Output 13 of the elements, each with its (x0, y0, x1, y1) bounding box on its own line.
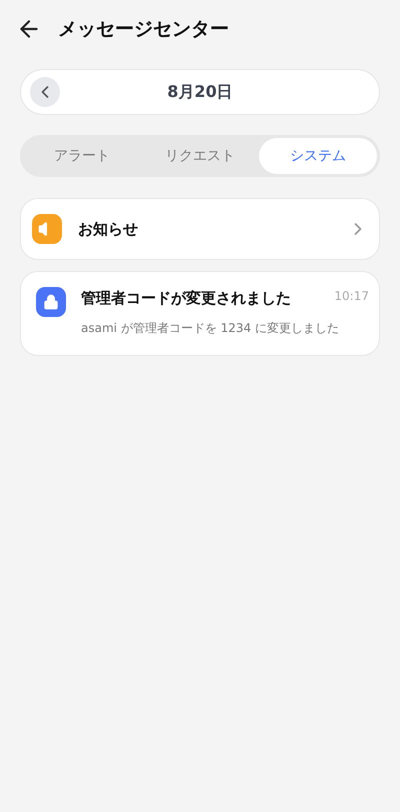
previous-day-button[interactable] (30, 77, 60, 107)
speaker-icon (32, 214, 62, 244)
message-time: 10:17 (334, 288, 369, 305)
notice-row[interactable]: お知らせ (20, 198, 380, 260)
message-body: asami が管理者コードを 1234 に変更しました (81, 320, 340, 336)
tab[interactable]: アラート (23, 138, 141, 174)
message-title: 管理者コードが変更されました (81, 288, 291, 309)
lock-icon (36, 287, 66, 317)
notice-title: お知らせ (78, 218, 139, 240)
page-title: メッセージセンター (58, 16, 229, 42)
date-label: 8月20日 (167, 81, 233, 103)
tab[interactable]: リクエスト (141, 138, 259, 174)
tab[interactable]: システム (259, 138, 377, 174)
